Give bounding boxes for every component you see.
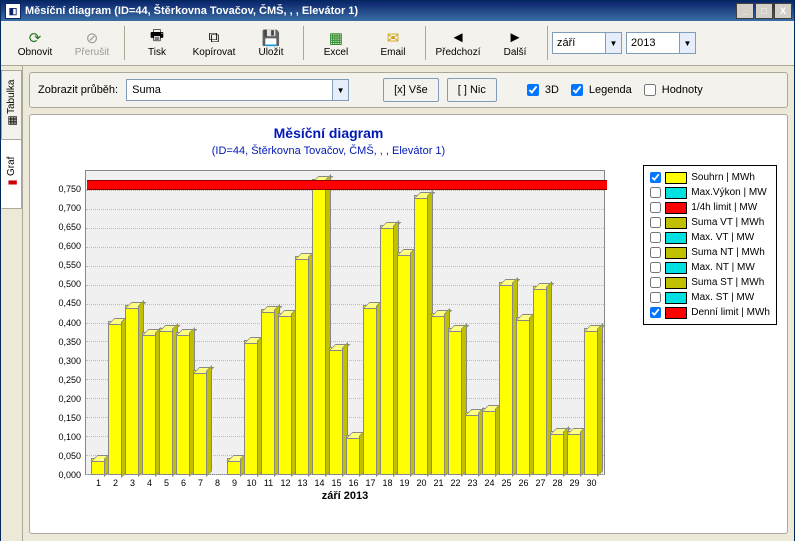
arrow-right-icon: ► [506, 29, 524, 47]
bar [243, 340, 260, 475]
print-icon: 🖶 [148, 29, 166, 47]
bar [345, 435, 362, 475]
bar [430, 313, 447, 475]
select-none-button[interactable]: [ ] Nic [447, 78, 497, 102]
bar [277, 313, 294, 475]
month-select[interactable]: září▼ [552, 32, 622, 54]
chart-title: Měsíční diagram [30, 125, 627, 141]
chart-subtitle: (ID=44, Štěrkovna Tovačov, ČMŠ, , , Elev… [30, 145, 627, 157]
title-bar: ◧ Měsíční diagram (ID=44, Štěrkovna Tova… [1, 1, 794, 21]
table-icon: ▦ [5, 116, 18, 126]
legend-item[interactable]: Max. NT | MW [650, 260, 770, 275]
year-select[interactable]: 2013▼ [626, 32, 696, 54]
bar [260, 309, 277, 475]
bar [583, 328, 600, 475]
legend-item[interactable]: Max. VT | MW [650, 230, 770, 245]
abort-icon: ⊘ [83, 29, 101, 47]
maximize-button[interactable]: □ [755, 3, 773, 19]
next-button[interactable]: ►Další [487, 22, 543, 64]
y-axis: 0,0000,0500,1000,1500,2000,2500,3000,350… [35, 170, 83, 475]
x-axis: 1234567891011121314151617181920212223242… [90, 478, 600, 488]
threeD-checkbox[interactable]: 3D [523, 81, 559, 99]
chevron-down-icon: ▼ [332, 80, 348, 100]
bar [328, 347, 345, 475]
legend-item[interactable]: Suma VT | MWh [650, 215, 770, 230]
refresh-icon: ⟳ [26, 29, 44, 47]
values-checkbox[interactable]: Hodnoty [640, 81, 703, 99]
legend-item[interactable]: Denní limit | MWh [650, 305, 770, 320]
bar [294, 256, 311, 475]
bar [532, 286, 549, 475]
bar [226, 458, 243, 475]
legend-checkbox[interactable]: Legenda [567, 81, 632, 99]
options-bar: Zobrazit průběh: Suma▼ [x] Vše [ ] Nic 3… [29, 72, 788, 108]
tab-graf[interactable]: ▮Graf [1, 139, 22, 209]
bar [90, 458, 107, 475]
toolbar: ⟳Obnovit ⊘Přerušit 🖶Tisk ⧉Kopírovat 💾Ulo… [1, 21, 794, 66]
email-icon: ✉ [384, 29, 402, 47]
bar [447, 328, 464, 475]
app-window: ◧ Měsíční diagram (ID=44, Štěrkovna Tova… [0, 0, 795, 541]
excel-button[interactable]: ▦Excel [308, 22, 364, 64]
bar [158, 328, 175, 475]
x-axis-title: září 2013 [85, 490, 605, 502]
select-all-button[interactable]: [x] Vše [383, 78, 439, 102]
chart-icon: ▮ [5, 179, 18, 185]
legend-item[interactable]: Max. ST | MW [650, 290, 770, 305]
app-icon: ◧ [5, 3, 21, 19]
bar [209, 472, 226, 475]
bar [396, 252, 413, 475]
save-icon: 💾 [262, 29, 280, 47]
excel-icon: ▦ [327, 29, 345, 47]
legend: Souhrn | MWhMax.Výkon | MW1/4h limit | M… [643, 165, 777, 325]
close-button[interactable]: X [774, 3, 792, 19]
refresh-button[interactable]: ⟳Obnovit [7, 22, 63, 64]
bar [464, 412, 481, 475]
bar [515, 317, 532, 475]
bar [549, 431, 566, 475]
email-button[interactable]: ✉Email [365, 22, 421, 64]
tab-tabulka[interactable]: ▦Tabulka [1, 70, 22, 140]
save-button[interactable]: 💾Uložit [243, 22, 299, 64]
window-title: Měsíční diagram (ID=44, Štěrkovna Tovačo… [25, 5, 358, 17]
chevron-down-icon: ▼ [605, 33, 621, 53]
prev-button[interactable]: ◄Předchozí [430, 22, 486, 64]
abort-button[interactable]: ⊘Přerušit [64, 22, 120, 64]
bar [498, 282, 515, 475]
series-select[interactable]: Suma▼ [126, 79, 349, 101]
legend-item[interactable]: 1/4h limit | MW [650, 200, 770, 215]
bar [192, 370, 209, 475]
bar [107, 321, 124, 476]
zobrazit-label: Zobrazit průběh: [38, 84, 118, 96]
copy-icon: ⧉ [205, 29, 223, 47]
legend-item[interactable]: Suma ST | MWh [650, 275, 770, 290]
limit-line [87, 180, 607, 190]
chart-panel: Měsíční diagram (ID=44, Štěrkovna Tovačo… [29, 114, 788, 534]
copy-button[interactable]: ⧉Kopírovat [186, 22, 242, 64]
arrow-left-icon: ◄ [449, 29, 467, 47]
chevron-down-icon: ▼ [679, 33, 695, 53]
bar [379, 225, 396, 475]
bar [566, 431, 583, 475]
minimize-button[interactable]: _ [736, 3, 754, 19]
content-area: Zobrazit průběh: Suma▼ [x] Vše [ ] Nic 3… [23, 66, 794, 541]
bars [90, 170, 600, 475]
legend-item[interactable]: Souhrn | MWh [650, 170, 770, 185]
legend-item[interactable]: Suma NT | MWh [650, 245, 770, 260]
legend-item[interactable]: Max.Výkon | MW [650, 185, 770, 200]
bar [141, 332, 158, 475]
bar [413, 195, 430, 475]
plot-area: 0,0000,0500,1000,1500,2000,2500,3000,350… [85, 170, 605, 500]
bar [362, 305, 379, 475]
bar [175, 332, 192, 475]
print-button[interactable]: 🖶Tisk [129, 22, 185, 64]
side-tabs: ▦Tabulka ▮Graf [1, 66, 23, 541]
bar [481, 408, 498, 475]
bar [311, 179, 328, 475]
bar [124, 305, 141, 475]
